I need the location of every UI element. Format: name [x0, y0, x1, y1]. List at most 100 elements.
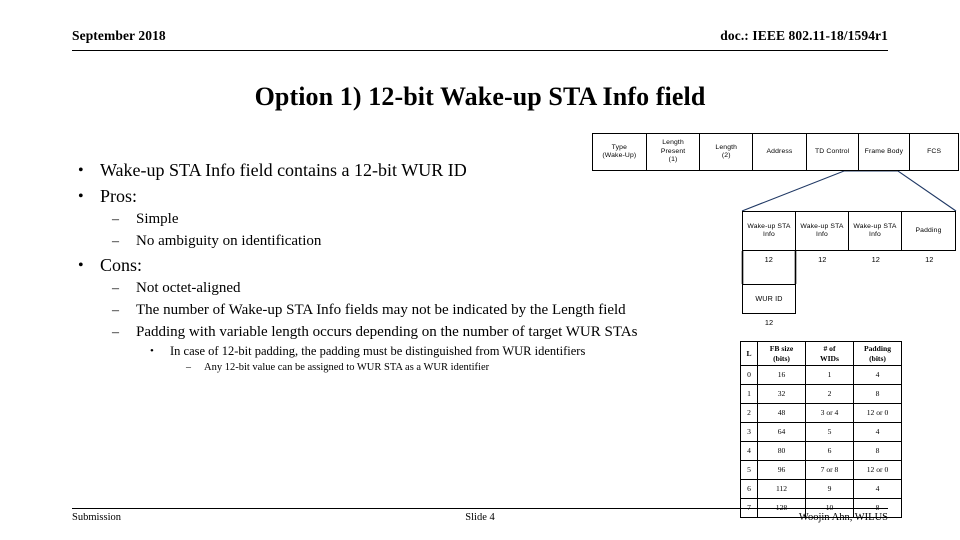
bit-label: 12	[925, 255, 934, 264]
slide-footer: Slide 4 Submission Woojin Ahn, WILUS	[72, 508, 888, 529]
frame-format-diagram: Type (Wake-Up) Length Present (1) Length…	[588, 126, 960, 366]
info-cell-line2: Info	[763, 231, 775, 238]
info-cell-line2: Info	[869, 231, 881, 238]
header-date: September 2018	[72, 28, 166, 43]
frame-cell-line1: Address	[766, 147, 793, 155]
frame-cell-fcs: FCS	[910, 134, 958, 170]
info-cell-1: Wake-up STA Info	[743, 212, 796, 250]
wur-id-row: WUR ID	[742, 284, 796, 314]
bullet-marker-icon: •	[78, 257, 84, 274]
frame-cell-line1: Type	[611, 143, 628, 151]
slide: September 2018 doc.: IEEE 802.11-18/1594…	[0, 0, 960, 540]
page-title: Option 1) 12-bit Wake-up STA Info field	[254, 82, 706, 111]
cell-num-wids: 2	[805, 384, 854, 404]
padding-summary-table: L FB size (bits) # of WIDs Padding (bits…	[740, 341, 902, 518]
bullet-marker-icon: •	[150, 345, 154, 357]
footer-slide-number: Slide 4	[465, 512, 495, 523]
cell-padding: 12 or 0	[853, 403, 902, 423]
cell-num-wids: 7 or 8	[805, 460, 854, 480]
wur-id-label: WUR ID	[755, 293, 783, 303]
table-row: 3 64 5 4	[740, 422, 902, 442]
wur-id-cell: WUR ID	[743, 285, 795, 313]
wur-id-bit-label: 12	[764, 318, 774, 327]
column-header-fb-size: FB size (bits)	[757, 341, 806, 366]
cell-num-wids: 5	[805, 422, 854, 442]
table-row: 6 112 9 4	[740, 479, 902, 499]
cell-padding: 4	[853, 479, 902, 499]
frame-cell-type: Type (Wake-Up)	[593, 134, 647, 170]
cell-l: 4	[740, 441, 758, 461]
cell-fb-size: 16	[757, 365, 806, 385]
info-cell-padding: Padding	[902, 212, 955, 250]
bullet-marker-icon: •	[78, 188, 84, 205]
wake-up-sta-info-row: Wake-up STA Info Wake-up STA Info Wake-u…	[742, 211, 956, 251]
table-row: 1 32 2 8	[740, 384, 902, 404]
cell-l: 0	[740, 365, 758, 385]
bit-label: 12	[871, 255, 880, 264]
cell-l: 6	[740, 479, 758, 499]
dash-marker-icon: –	[112, 325, 119, 340]
cell-padding: 8	[853, 384, 902, 404]
frame-cell-length: Length (2)	[700, 134, 754, 170]
cell-fb-size: 32	[757, 384, 806, 404]
cell-l: 3	[740, 422, 758, 442]
info-cell-line1: Padding	[915, 226, 942, 234]
frame-cell-line1: Length	[715, 143, 738, 151]
header-doc-number: doc.: IEEE 802.11-18/1594r1	[720, 28, 888, 43]
frame-cell-line1: Frame Body	[864, 147, 904, 155]
header-line1: FB size	[769, 344, 794, 353]
frame-cell-line3: (1)	[668, 156, 678, 164]
table-row: 4 80 6 8	[740, 441, 902, 461]
frame-cell-line1: TD Control	[815, 147, 850, 155]
bullet-marker-icon: •	[78, 162, 84, 179]
cell-padding: 4	[853, 422, 902, 442]
header-line1: Padding	[863, 344, 891, 353]
frame-cell-line2: Present	[660, 147, 686, 155]
cell-l: 5	[740, 460, 758, 480]
frame-cell-address: Address	[753, 134, 807, 170]
cell-fb-size: 80	[757, 441, 806, 461]
header-line2: (bits)	[869, 353, 886, 363]
slide-header: September 2018 doc.: IEEE 802.11-18/1594…	[72, 28, 888, 51]
info-cell-3: Wake-up STA Info	[849, 212, 902, 250]
cell-num-wids: 6	[805, 441, 854, 461]
wake-up-sta-info-bit-labels: 12 12 12 12	[742, 254, 956, 268]
frame-cell-line2: (Wake-Up)	[602, 152, 637, 159]
table-row: 0 16 1 4	[740, 365, 902, 385]
header-line2: WIDs	[820, 353, 839, 363]
info-cell-2: Wake-up STA Info	[796, 212, 849, 250]
dash-marker-icon: –	[112, 303, 119, 318]
info-cell-line2: Info	[816, 231, 828, 238]
cell-num-wids: 1	[805, 365, 854, 385]
header-line1: L	[746, 348, 752, 358]
table-row: 5 96 7 or 8 12 or 0	[740, 460, 902, 480]
cell-num-wids: 3 or 4	[805, 403, 854, 423]
frame-cell-frame-body: Frame Body	[859, 134, 911, 170]
cell-padding: 8	[853, 441, 902, 461]
frame-cell-line1: FCS	[927, 147, 942, 155]
dash-marker-icon: –	[112, 281, 119, 296]
cell-l: 2	[740, 403, 758, 423]
column-header-padding: Padding (bits)	[853, 341, 902, 366]
table-header-row: L FB size (bits) # of WIDs Padding (bits…	[740, 341, 902, 366]
dash-marker-icon: –	[186, 362, 191, 373]
bit-label: 12	[764, 255, 773, 264]
cell-num-wids: 9	[805, 479, 854, 499]
column-header-num-wids: # of WIDs	[805, 341, 854, 366]
header-line2: (bits)	[773, 353, 790, 363]
frame-cell-td-control: TD Control	[807, 134, 859, 170]
bit-label: 12	[818, 255, 827, 264]
cell-fb-size: 112	[757, 479, 806, 499]
info-cell-line1: Wake-up STA	[747, 222, 791, 230]
frame-cell-line1: Length	[662, 139, 684, 147]
frame-body-connector-fan	[741, 170, 957, 212]
cell-fb-size: 64	[757, 422, 806, 442]
dash-marker-icon: –	[112, 212, 119, 227]
wur-frame-format-row: Type (Wake-Up) Length Present (1) Length…	[592, 133, 959, 171]
footer-submission-label: Submission	[72, 512, 122, 523]
info-cell-line1: Wake-up STA	[800, 222, 844, 230]
footer-author: Woojin Ahn, WILUS	[798, 512, 888, 523]
cell-l: 1	[740, 384, 758, 404]
info-cell-line1: Wake-up STA	[853, 222, 897, 230]
table-row: 2 48 3 or 4 12 or 0	[740, 403, 902, 423]
